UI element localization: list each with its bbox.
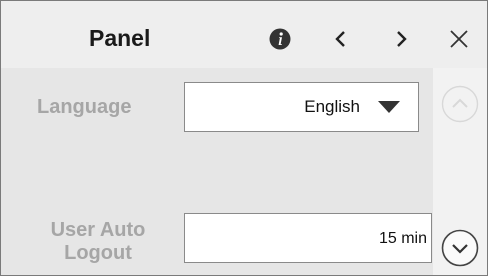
chevron-right-icon[interactable] [387,25,415,53]
user-auto-logout-label-line1: User Auto [50,219,146,241]
dropdown-arrow-icon [378,101,400,113]
language-selected-value: English [304,97,360,116]
user-auto-logout-label: User Auto Logout [37,219,159,265]
info-icon[interactable] [269,28,291,50]
user-auto-logout-field[interactable]: 15 min [184,213,432,263]
chevron-up-circle-icon[interactable] [441,85,479,123]
chevron-left-icon[interactable] [327,25,355,53]
close-icon[interactable] [445,25,473,53]
chevron-down-circle-icon[interactable] [441,229,479,267]
settings-panel: Panel Language English User Auto Logout … [0,0,488,276]
panel-title: Panel [89,25,151,51]
user-auto-logout-value: 15 min [378,230,427,247]
language-dropdown[interactable]: English [184,82,419,132]
language-label: Language [37,96,132,118]
user-auto-logout-label-line2: Logout [64,242,132,264]
panel-header: Panel [1,1,487,68]
settings-content: Language English User Auto Logout 15 min [1,68,433,275]
